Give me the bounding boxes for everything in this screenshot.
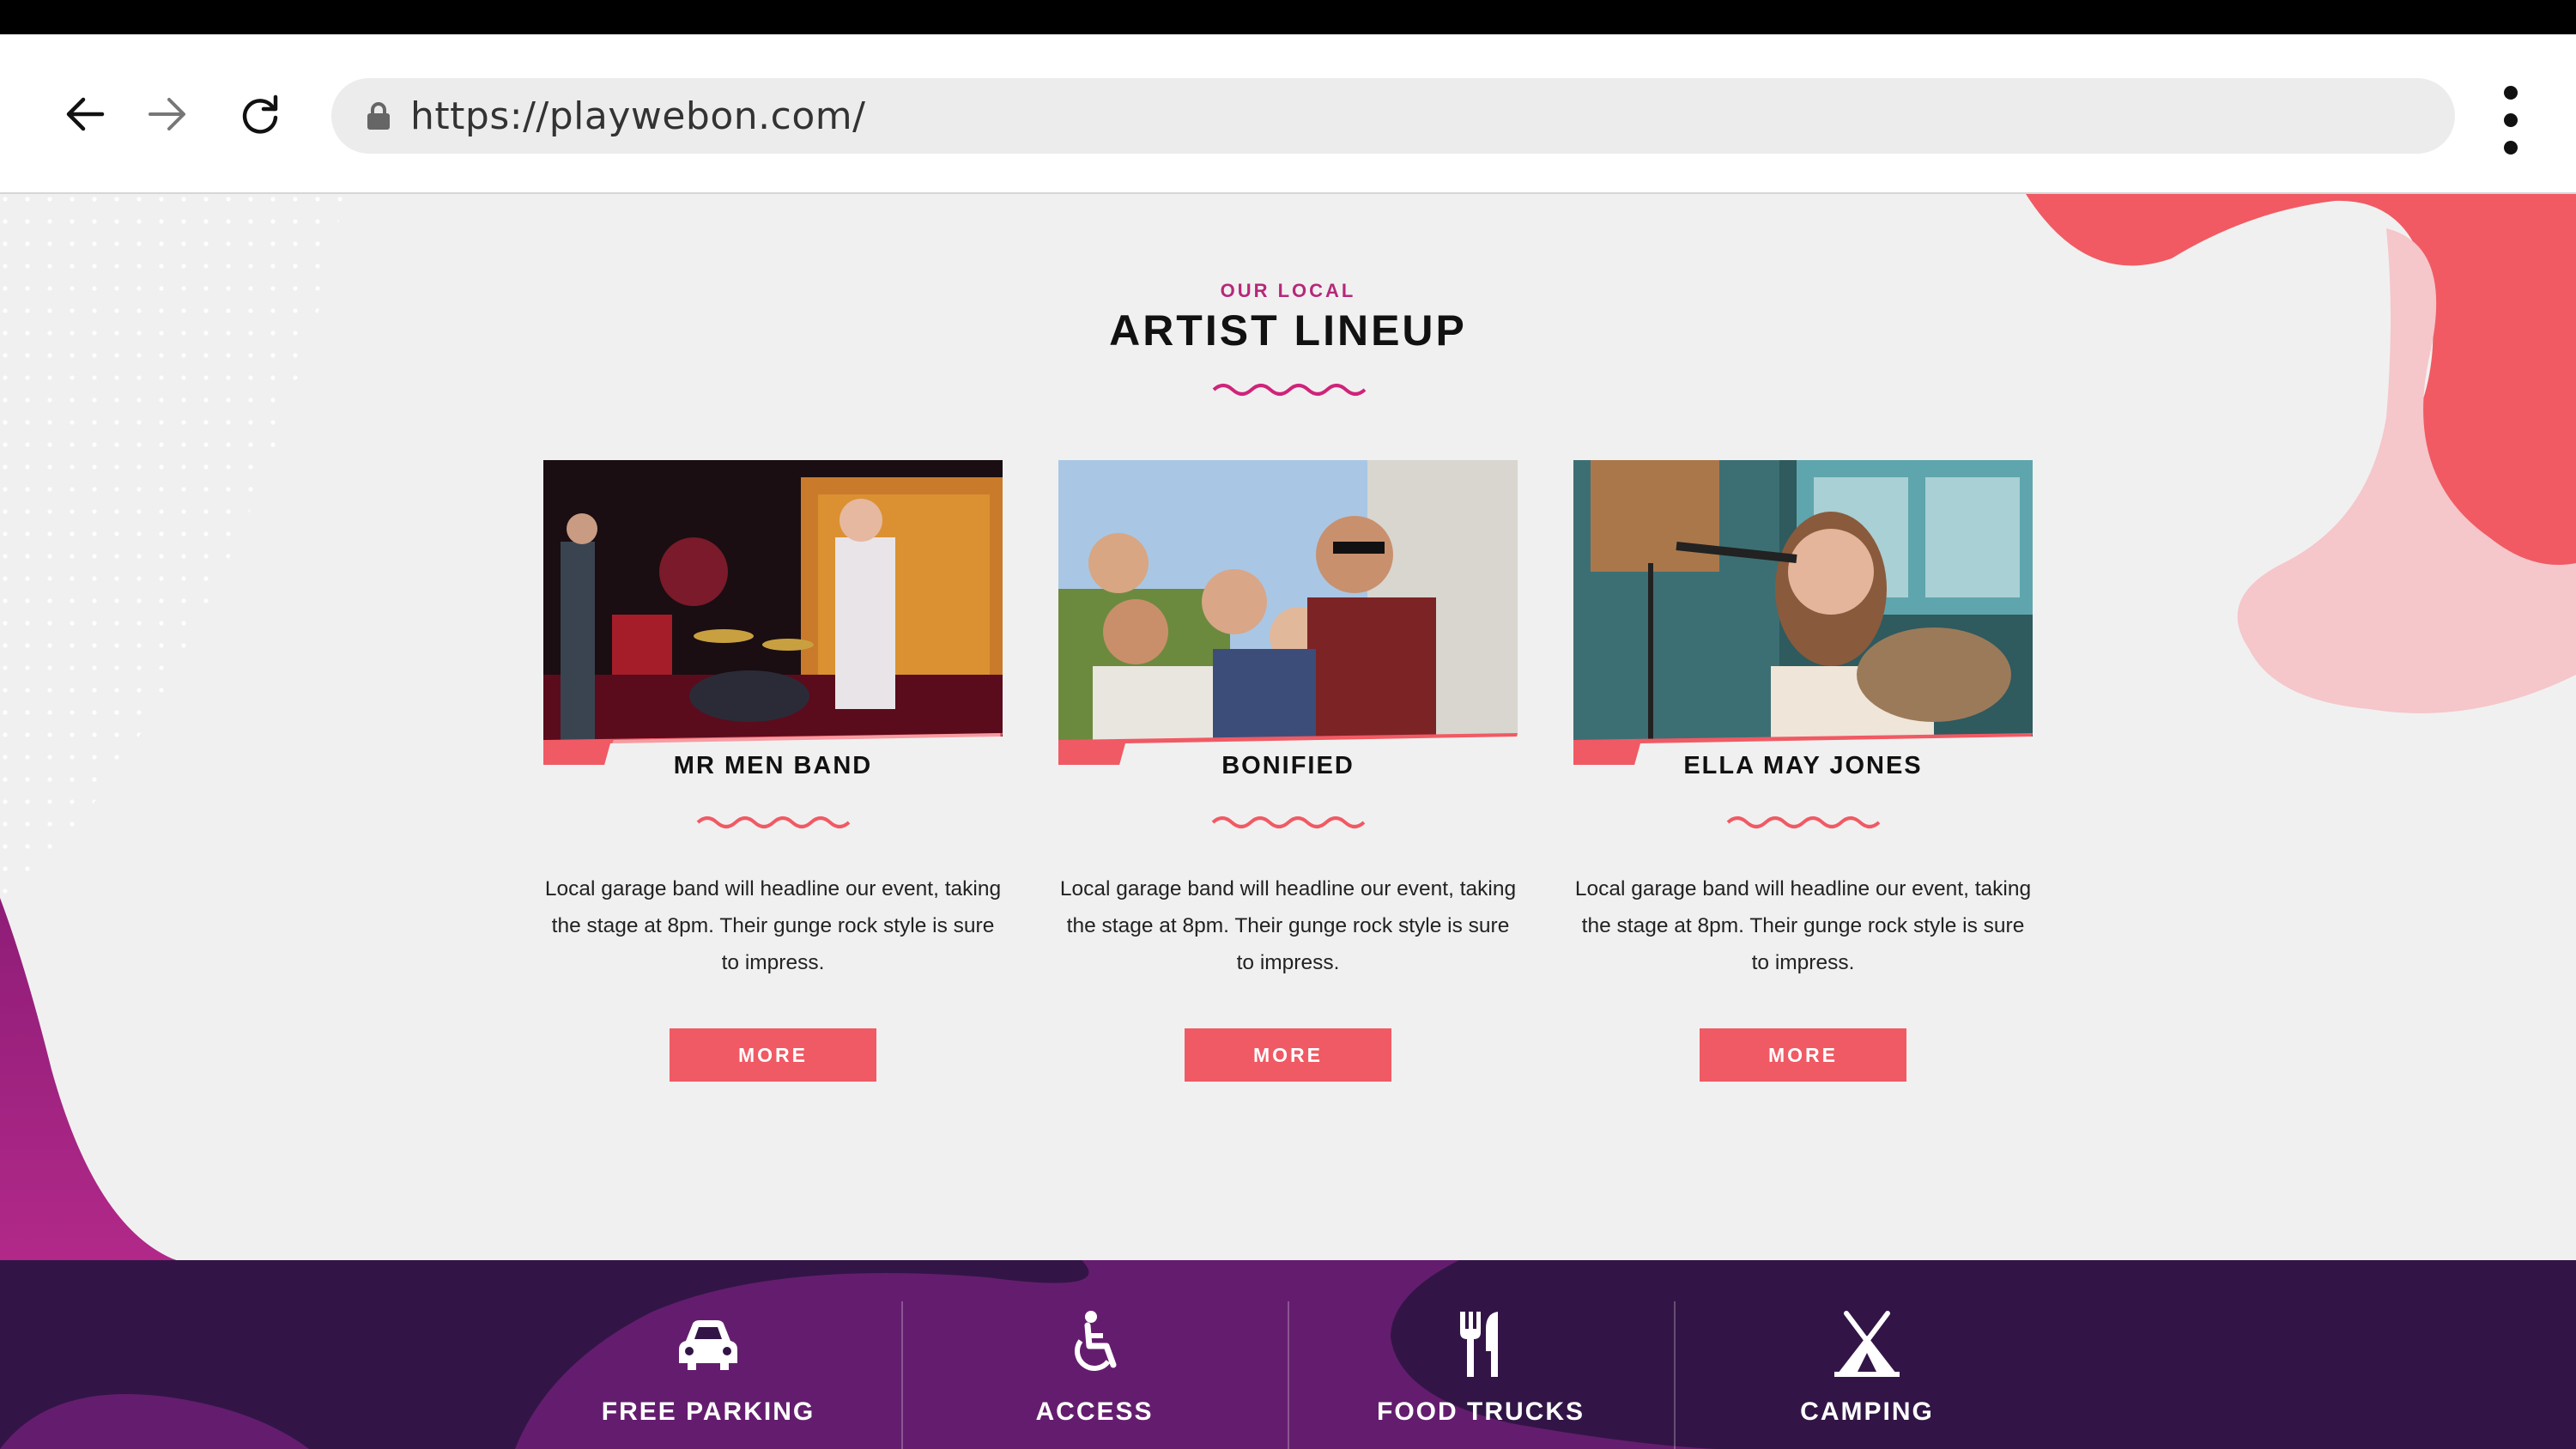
more-button[interactable]: MORE: [1185, 1028, 1391, 1082]
address-bar[interactable]: https://playwebon.com/: [331, 78, 2455, 154]
artist-card: ELLA MAY JONES Local garage band will he…: [1573, 460, 2033, 1082]
reload-button[interactable]: [230, 84, 290, 144]
page-content: OUR LOCAL ARTIST LINEUP MR MEN BAND Loca…: [0, 194, 2576, 1449]
amenity-food-trucks[interactable]: FOOD TRUCKS: [1288, 1260, 1674, 1449]
fork-knife-icon: [1460, 1312, 1498, 1377]
artist-photo: [543, 460, 1003, 765]
amenity-label: ACCESS: [1035, 1397, 1154, 1426]
arrow-left-icon: [66, 97, 105, 131]
amenity-label: CAMPING: [1800, 1397, 1934, 1426]
name-squiggle-divider: [696, 816, 851, 828]
arrow-right-icon: [148, 98, 185, 130]
more-button[interactable]: MORE: [670, 1028, 876, 1082]
artist-description: Local garage band will headline our even…: [1059, 877, 1517, 974]
url-text: https://playwebon.com/: [410, 94, 866, 138]
amenity-access[interactable]: ACCESS: [901, 1260, 1288, 1449]
vertical-dots-icon: [2504, 86, 2518, 100]
amenities-bar: FREE PARKING ACCESS FOOD TRUCKS CAMPING: [0, 1260, 2576, 1449]
artist-name: MR MEN BAND: [673, 752, 873, 779]
reload-icon: [242, 94, 278, 134]
status-bar: [0, 0, 2576, 34]
back-button[interactable]: [55, 84, 115, 144]
browser-menu-button[interactable]: [2489, 86, 2532, 155]
lock-icon: [367, 102, 390, 130]
wheelchair-icon: [1075, 1311, 1117, 1371]
amenity-label: FREE PARKING: [601, 1397, 815, 1426]
artist-description: Local garage band will headline our even…: [1574, 877, 2032, 974]
amenity-free-parking[interactable]: FREE PARKING: [515, 1260, 901, 1449]
artist-description: Local garage band will headline our even…: [544, 877, 1002, 974]
artist-card: BONIFIED Local garage band will headline…: [1058, 460, 1518, 1082]
section-title: ARTIST LINEUP: [1109, 306, 1467, 355]
section-eyebrow: OUR LOCAL: [1220, 280, 1356, 301]
artist-card: MR MEN BAND Local garage band will headl…: [543, 460, 1003, 1082]
amenity-camping[interactable]: CAMPING: [1674, 1260, 2060, 1449]
name-squiggle-divider: [1211, 816, 1366, 828]
car-icon: [679, 1320, 737, 1370]
tent-icon: [1834, 1311, 1900, 1377]
artist-photo: [1058, 460, 1518, 765]
forward-button[interactable]: [137, 84, 197, 144]
artist-name: BONIFIED: [1221, 752, 1355, 779]
amenity-label: FOOD TRUCKS: [1377, 1397, 1585, 1426]
browser-toolbar: https://playwebon.com/: [0, 34, 2576, 194]
artist-name: ELLA MAY JONES: [1683, 752, 1923, 779]
artist-photo: [1573, 460, 2033, 765]
title-squiggle-divider: [1212, 384, 1367, 396]
name-squiggle-divider: [1726, 816, 1881, 828]
more-button[interactable]: MORE: [1700, 1028, 1906, 1082]
